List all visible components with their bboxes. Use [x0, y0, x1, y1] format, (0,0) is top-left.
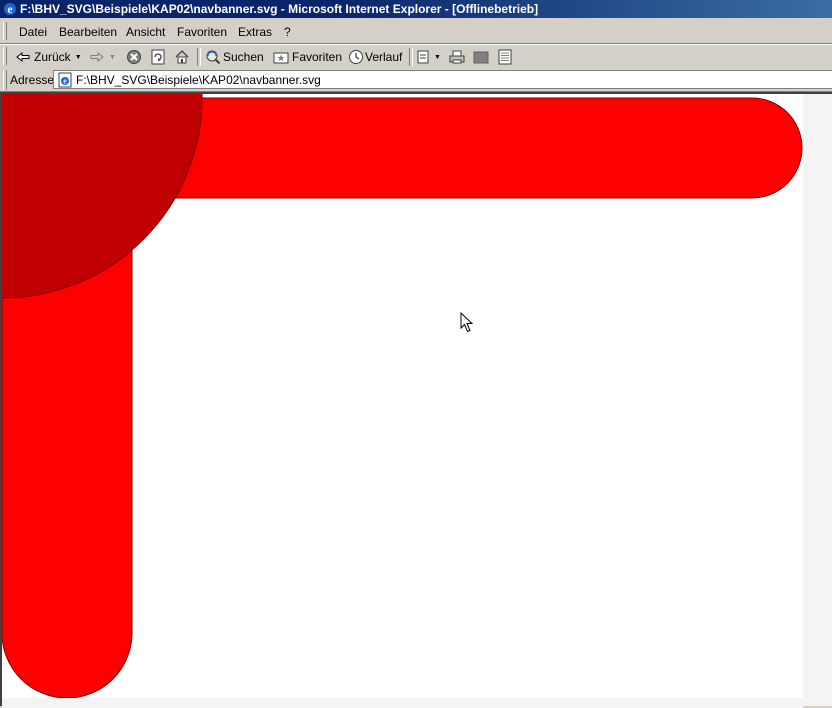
address-url: F:\BHV_SVG\Beispiele\KAP02\navbanner.svg	[76, 73, 321, 87]
menu-extras[interactable]: Extras	[238, 25, 272, 39]
menu-datei[interactable]: Datei	[19, 25, 47, 39]
ie-logo-icon: e	[4, 2, 16, 16]
standard-toolbar: Zurück ▼ ▼ Suchen Favoriten Verlauf ▼	[0, 44, 832, 70]
mouse-cursor-icon	[460, 312, 474, 333]
back-dropdown-icon[interactable]: ▼	[75, 54, 82, 61]
stop-icon	[127, 50, 141, 64]
print-icon	[449, 50, 465, 64]
refresh-button[interactable]	[150, 47, 166, 67]
menu-bar: Datei Bearbeiten Ansicht Favoriten Extra…	[0, 19, 832, 44]
favorites-label: Favoriten	[292, 50, 343, 64]
address-bar: Adresse e F:\BHV_SVG\Beispiele\KAP02\nav…	[0, 69, 832, 92]
window-title: F:\BHV_SVG\Beispiele\KAP02\navbanner.svg…	[20, 2, 539, 16]
page-icon: e	[58, 72, 72, 88]
search-button[interactable]: Suchen	[205, 47, 264, 67]
corner-circle[interactable]	[2, 94, 203, 299]
toolbar-separator	[197, 48, 201, 66]
menu-ansicht[interactable]: Ansicht	[126, 25, 165, 39]
discuss-icon	[498, 49, 512, 65]
menu-bearbeiten[interactable]: Bearbeiten	[59, 25, 117, 39]
mail-button[interactable]: ▼	[417, 47, 441, 67]
address-grip[interactable]	[3, 70, 7, 90]
page-viewport[interactable]	[0, 92, 832, 708]
forward-button[interactable]: ▼	[89, 47, 116, 67]
history-icon	[349, 50, 363, 64]
svg-document	[2, 94, 803, 698]
home-icon	[175, 50, 189, 64]
menu-favoriten[interactable]: Favoriten	[177, 25, 227, 39]
search-icon	[206, 50, 221, 65]
stop-button[interactable]	[126, 47, 142, 67]
back-button[interactable]: Zurück ▼	[15, 47, 82, 67]
history-label: Verlauf	[365, 50, 403, 64]
toolbar-grip[interactable]	[3, 47, 7, 65]
refresh-icon	[151, 49, 165, 65]
bottom-margin	[2, 698, 803, 708]
back-label: Zurück	[34, 50, 71, 64]
mail-dropdown-icon[interactable]: ▼	[434, 54, 441, 61]
address-label: Adresse	[10, 73, 55, 87]
address-input[interactable]: e F:\BHV_SVG\Beispiele\KAP02\navbanner.s…	[53, 70, 832, 89]
history-button[interactable]: Verlauf	[348, 47, 402, 67]
svg-text:e: e	[7, 2, 13, 16]
edit-icon	[473, 51, 489, 64]
toolbar-separator	[409, 48, 413, 66]
discuss-button[interactable]	[497, 47, 513, 67]
menu-grip[interactable]	[3, 22, 7, 40]
home-button[interactable]	[174, 47, 190, 67]
search-label: Suchen	[223, 50, 264, 64]
menu-help[interactable]: ?	[284, 25, 291, 39]
forward-arrow-icon	[90, 51, 104, 63]
scrollbar-area[interactable]	[803, 94, 832, 706]
back-arrow-icon	[16, 51, 30, 63]
title-bar[interactable]: e F:\BHV_SVG\Beispiele\KAP02\navbanner.s…	[0, 0, 832, 18]
mail-icon	[417, 50, 429, 64]
favorites-button[interactable]: Favoriten	[273, 47, 342, 67]
print-button[interactable]	[449, 47, 465, 67]
forward-dropdown-icon[interactable]: ▼	[109, 54, 116, 61]
favorites-icon	[273, 52, 289, 64]
svg-text:e: e	[63, 77, 67, 86]
edit-button[interactable]	[473, 47, 489, 67]
